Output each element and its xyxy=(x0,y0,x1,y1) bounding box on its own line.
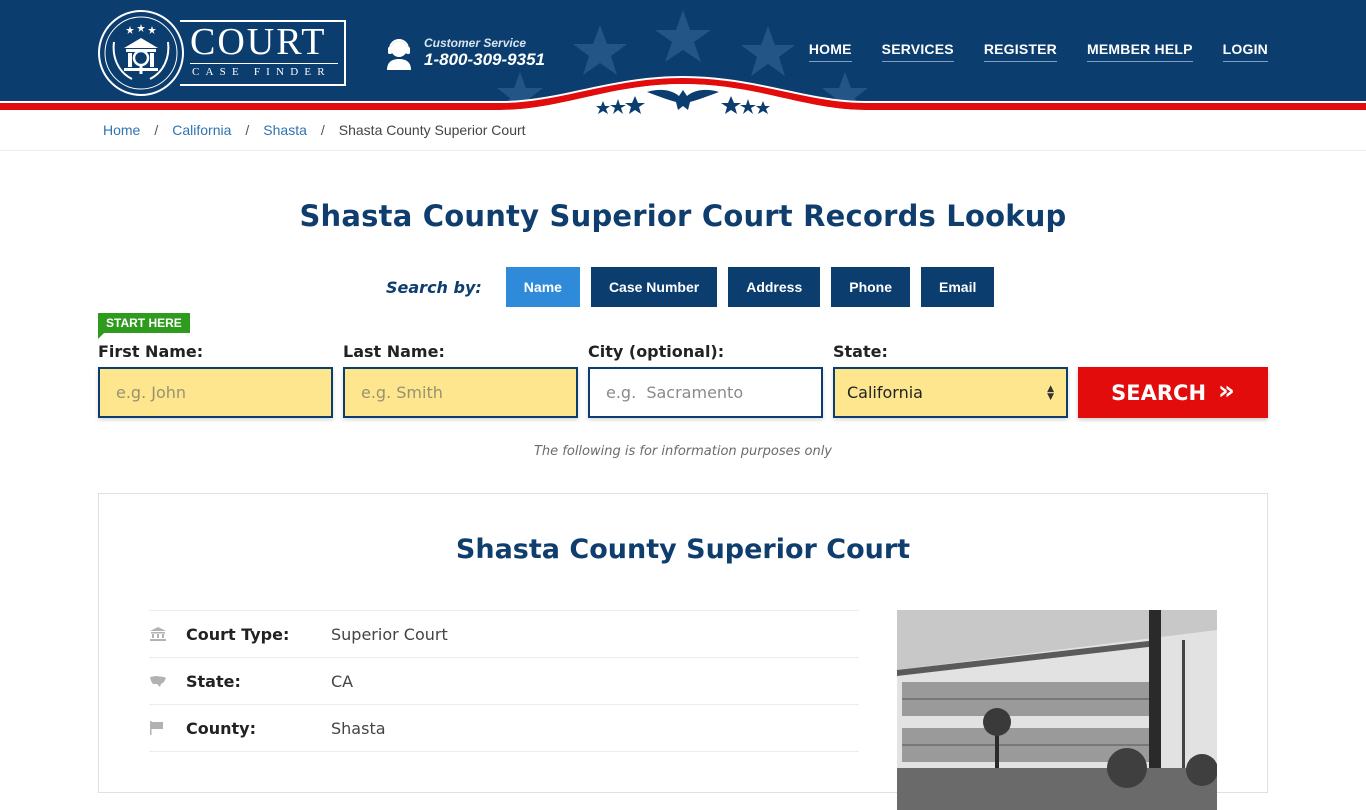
page-title: Shasta County Superior Court Records Loo… xyxy=(299,199,1067,233)
court-title: Shasta County Superior Court xyxy=(455,534,911,565)
nav-home[interactable]: HOME xyxy=(808,41,852,62)
detail-row-next xyxy=(149,751,859,798)
logo-subtitle: CASE FINDER xyxy=(192,66,331,78)
state-label-detail: State: xyxy=(186,671,241,691)
logo-title: COURT xyxy=(190,21,327,63)
court-case-finder-logo[interactable]: COURT CASE FINDER xyxy=(98,10,348,96)
detail-row-county: County: Shasta xyxy=(149,704,859,751)
breadcrumb-home[interactable]: Home xyxy=(103,122,140,138)
logo-divider xyxy=(190,63,338,64)
breadcrumb-separator: / xyxy=(154,122,159,138)
double-chevron-right-icon: » xyxy=(1218,375,1235,406)
breadcrumb-divider xyxy=(0,150,1366,151)
search-button[interactable]: SEARCH » xyxy=(1078,367,1268,418)
search-button-label: SEARCH xyxy=(1111,380,1207,405)
state-selected-value: California xyxy=(847,383,923,402)
county-label: County: xyxy=(186,718,256,738)
first-name-input[interactable] xyxy=(98,367,333,418)
breadcrumb-separator: / xyxy=(245,122,250,138)
court-type-label: Court Type: xyxy=(186,624,290,644)
first-name-label: First Name: xyxy=(98,342,204,361)
city-input[interactable] xyxy=(588,367,823,418)
courthouse-icon xyxy=(149,627,186,641)
court-type-value: Superior Court xyxy=(331,624,448,644)
site-header: COURT CASE FINDER Customer Service 1-800… xyxy=(0,0,1366,120)
last-name-label: Last Name: xyxy=(343,342,445,361)
customer-service-label: Customer Service xyxy=(424,36,527,50)
breadcrumb-separator: / xyxy=(320,122,325,138)
city-field-group: City (optional): xyxy=(588,342,823,418)
breadcrumb-california[interactable]: California xyxy=(172,122,231,138)
information-disclaimer: The following is for information purpose… xyxy=(533,444,833,459)
main-nav: HOME SERVICES REGISTER MEMBER HELP LOGIN xyxy=(808,41,1268,62)
tab-email[interactable]: Email xyxy=(921,267,995,307)
nav-member-help[interactable]: MEMBER HELP xyxy=(1087,41,1193,62)
court-info-card: Shasta County Superior Court Court Type:… xyxy=(98,493,1268,810)
courthouse-building-image xyxy=(897,610,1217,810)
state-field-group: State: California ▲ ▼ xyxy=(833,342,1068,418)
detail-row-court-type: Court Type: Superior Court xyxy=(149,610,859,657)
last-name-input[interactable] xyxy=(343,367,578,418)
breadcrumb-current: Shasta County Superior Court xyxy=(338,122,526,138)
courthouse-photo xyxy=(897,610,1217,810)
court-details-list: Court Type: Superior Court State: CA Cou… xyxy=(149,610,859,798)
tab-case-number[interactable]: Case Number xyxy=(590,267,718,307)
tab-address[interactable]: Address xyxy=(728,267,821,307)
state-select[interactable]: California ▲ ▼ xyxy=(833,367,1068,418)
customer-service-phone[interactable]: 1-800-309-9351 xyxy=(424,50,545,70)
first-name-field-group: First Name: xyxy=(98,342,333,418)
headset-agent-icon xyxy=(387,39,411,70)
search-by-tabs: Search by: Name Case Number Address Phon… xyxy=(386,267,1005,307)
tab-name[interactable]: Name xyxy=(505,267,580,307)
tab-phone[interactable]: Phone xyxy=(831,267,911,307)
nav-login[interactable]: LOGIN xyxy=(1222,41,1268,62)
start-here-badge: START HERE xyxy=(98,313,190,339)
search-by-label: Search by: xyxy=(386,277,482,297)
county-value: Shasta xyxy=(331,718,386,738)
state-label: State: xyxy=(833,342,888,361)
detail-row-state: State: CA xyxy=(149,657,859,704)
courthouse-magnifier-icon xyxy=(104,16,178,90)
last-name-field-group: Last Name: xyxy=(343,342,578,418)
nav-register[interactable]: REGISTER xyxy=(983,41,1057,62)
select-updown-icon: ▲ ▼ xyxy=(1047,383,1054,402)
city-label: City (optional): xyxy=(588,342,725,361)
nav-services[interactable]: SERVICES xyxy=(881,41,954,62)
state-value: CA xyxy=(331,671,354,691)
breadcrumb-shasta[interactable]: Shasta xyxy=(263,122,307,138)
us-map-icon xyxy=(149,675,186,687)
logo-emblem xyxy=(98,10,184,96)
breadcrumb: Home / California / Shasta / Shasta Coun… xyxy=(103,122,526,138)
flag-icon xyxy=(149,721,186,735)
